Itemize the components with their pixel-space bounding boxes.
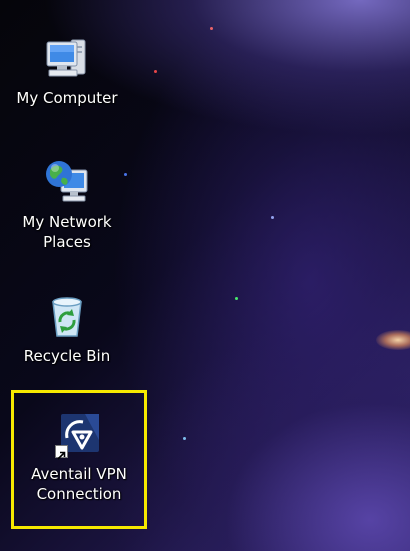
recycle-bin-icon bbox=[43, 292, 91, 340]
wallpaper-star bbox=[183, 437, 186, 440]
desktop-icon-label: Aventail VPN Connection bbox=[31, 465, 127, 503]
desktop-icon-label: My Computer bbox=[16, 89, 118, 107]
shortcut-arrow-icon bbox=[55, 445, 68, 460]
my-computer-icon bbox=[43, 34, 91, 82]
wallpaper-star bbox=[210, 27, 213, 30]
wallpaper-star bbox=[235, 297, 238, 300]
network-places-icon bbox=[43, 158, 91, 206]
vpn-connection-icon bbox=[55, 410, 103, 460]
wallpaper-star bbox=[271, 216, 274, 219]
desktop-icon-label: My Network Places bbox=[22, 213, 112, 251]
wallpaper-light-streak bbox=[376, 330, 410, 350]
desktop-icon-aventail-vpn-connection[interactable]: Aventail VPN Connection bbox=[14, 410, 144, 504]
desktop[interactable]: My Computer My Network Places Recycle Bi… bbox=[0, 0, 410, 551]
desktop-icon-label: Recycle Bin bbox=[23, 347, 111, 365]
desktop-icon-my-computer[interactable]: My Computer bbox=[2, 34, 132, 108]
desktop-icon-my-network-places[interactable]: My Network Places bbox=[2, 158, 132, 252]
wallpaper-star bbox=[154, 70, 157, 73]
desktop-icon-recycle-bin[interactable]: Recycle Bin bbox=[2, 292, 132, 366]
